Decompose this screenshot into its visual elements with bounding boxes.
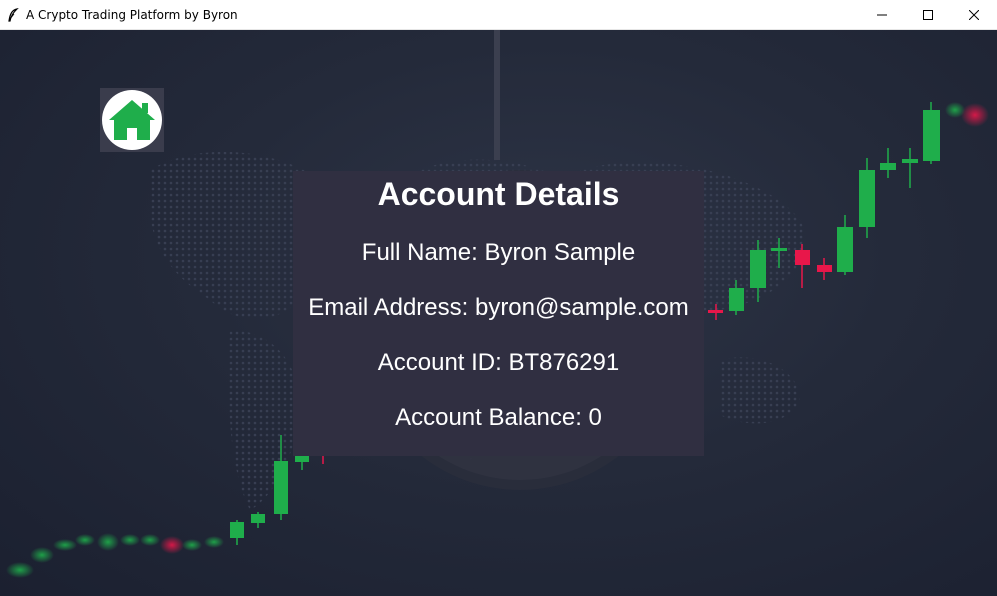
window-title: A Crypto Trading Platform by Byron [26, 7, 238, 22]
maximize-icon [923, 10, 933, 20]
home-button[interactable] [100, 88, 164, 152]
full-name-label: Full Name: Byron Sample [361, 239, 636, 266]
account-id-label: Account ID: BT876291 [377, 349, 620, 376]
account-balance-label: Account Balance: 0 [395, 404, 602, 431]
minimize-button[interactable] [859, 0, 905, 30]
account-details-title: Account Details [377, 176, 620, 212]
feather-icon [0, 0, 26, 30]
account-details-panel: Account Details Full Name: Byron Sample … [293, 171, 704, 456]
main-canvas: Account Details Full Name: Byron Sample … [0, 30, 997, 596]
minimize-icon [877, 14, 887, 16]
email-address-label: Email Address: byron@sample.com [308, 294, 689, 321]
window-controls [859, 0, 997, 30]
maximize-button[interactable] [905, 0, 951, 30]
title-bar: A Crypto Trading Platform by Byron [0, 0, 997, 30]
close-icon [969, 10, 979, 20]
home-icon [102, 90, 162, 150]
close-button[interactable] [951, 0, 997, 30]
